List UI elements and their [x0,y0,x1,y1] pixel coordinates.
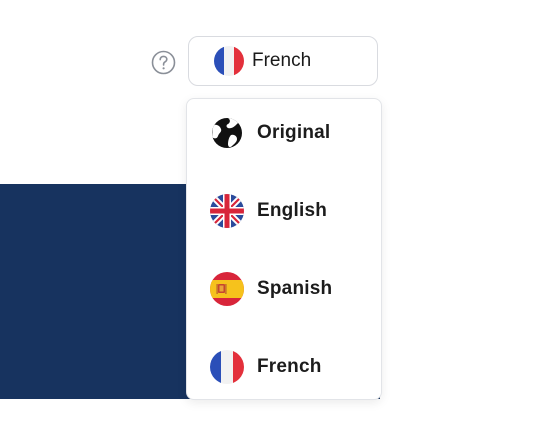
language-select[interactable]: French [188,36,378,86]
france-flag-icon [210,350,244,384]
language-option-spanish[interactable]: Spanish [187,259,381,319]
language-option-french[interactable]: French [187,337,381,397]
france-flag-icon [214,46,244,76]
option-label: French [257,356,322,377]
option-label: English [257,200,328,221]
language-option-english[interactable]: English [187,181,381,241]
globe-icon [212,118,242,148]
language-option-original[interactable]: Original [187,103,381,163]
help-icon[interactable] [151,50,176,75]
spain-flag-icon [210,272,244,306]
language-dropdown-menu: Original English Spanish French [186,98,382,400]
uk-flag-icon [210,194,244,228]
selected-language-label: French [252,50,312,71]
option-label: Original [257,122,331,143]
option-label: Spanish [257,278,333,299]
